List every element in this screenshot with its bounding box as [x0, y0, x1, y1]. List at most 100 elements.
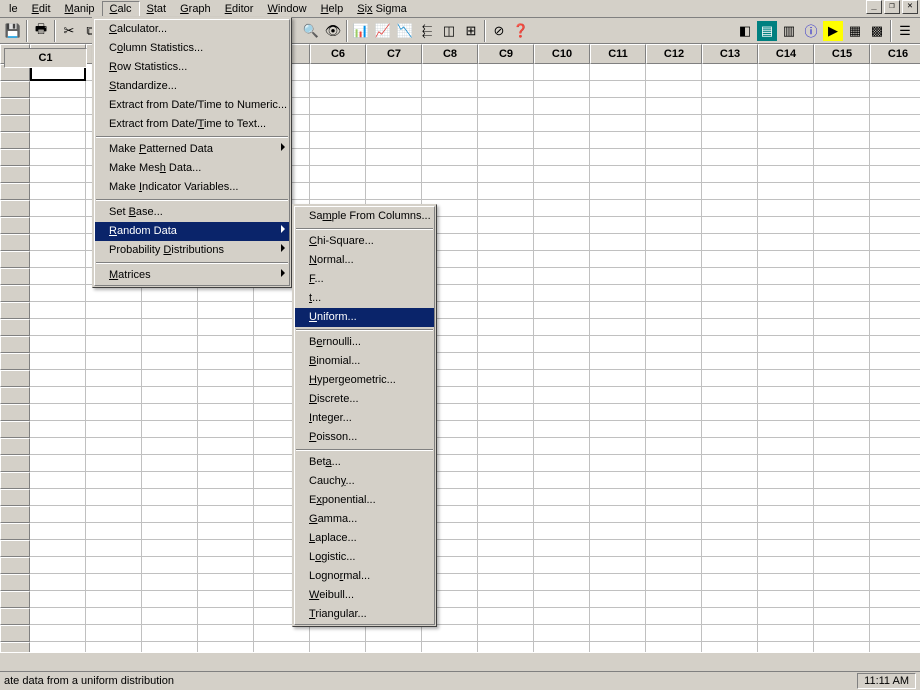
cell[interactable] [590, 506, 646, 523]
cell[interactable] [534, 506, 590, 523]
cell[interactable] [590, 98, 646, 115]
cell[interactable] [534, 608, 590, 625]
cell[interactable] [86, 336, 142, 353]
cell[interactable] [30, 540, 86, 557]
cell[interactable] [758, 642, 814, 652]
cell[interactable] [198, 336, 254, 353]
cell[interactable] [422, 149, 478, 166]
cell[interactable] [478, 98, 534, 115]
cell[interactable] [30, 183, 86, 200]
cell[interactable] [702, 574, 758, 591]
cell[interactable] [422, 64, 478, 81]
cell[interactable] [478, 115, 534, 132]
cell[interactable] [702, 302, 758, 319]
cell[interactable] [478, 540, 534, 557]
cell[interactable] [534, 336, 590, 353]
cell[interactable] [30, 149, 86, 166]
cell[interactable] [478, 523, 534, 540]
cell[interactable] [534, 200, 590, 217]
cell[interactable] [86, 574, 142, 591]
cell[interactable] [198, 625, 254, 642]
cell[interactable] [534, 404, 590, 421]
help-icon[interactable]: ❓ [510, 20, 532, 42]
cell[interactable] [590, 557, 646, 574]
cell[interactable] [198, 642, 254, 652]
row-header[interactable] [0, 421, 30, 438]
cell[interactable] [814, 472, 870, 489]
tool-right2-icon[interactable]: ▤ [756, 20, 778, 42]
random-menu-item[interactable]: Discrete... [295, 390, 434, 409]
cell[interactable] [758, 608, 814, 625]
cell[interactable] [30, 132, 86, 149]
cell[interactable] [534, 523, 590, 540]
cell[interactable] [534, 217, 590, 234]
cell[interactable] [646, 557, 702, 574]
cell[interactable] [870, 421, 920, 438]
cell[interactable] [534, 302, 590, 319]
cell[interactable] [198, 608, 254, 625]
cell[interactable] [478, 81, 534, 98]
cell[interactable] [590, 625, 646, 642]
calc-menu-item[interactable]: Extract from Date/Time to Numeric... [95, 96, 289, 115]
cell[interactable] [310, 149, 366, 166]
cell[interactable] [814, 234, 870, 251]
cell[interactable] [758, 81, 814, 98]
cell[interactable] [702, 319, 758, 336]
cell[interactable] [870, 64, 920, 81]
cell[interactable] [758, 98, 814, 115]
cell[interactable] [590, 574, 646, 591]
cell[interactable] [646, 353, 702, 370]
cell[interactable] [310, 64, 366, 81]
cell[interactable] [534, 489, 590, 506]
row-header[interactable] [0, 353, 30, 370]
cell[interactable] [702, 217, 758, 234]
row-header[interactable] [0, 149, 30, 166]
cell[interactable] [590, 251, 646, 268]
cell[interactable] [590, 234, 646, 251]
cell[interactable] [758, 336, 814, 353]
cell[interactable] [646, 115, 702, 132]
cell[interactable] [870, 642, 920, 652]
cell[interactable] [646, 608, 702, 625]
cell[interactable] [814, 336, 870, 353]
cell[interactable] [646, 370, 702, 387]
cell[interactable] [86, 591, 142, 608]
row-header[interactable] [0, 132, 30, 149]
cell[interactable] [534, 574, 590, 591]
cell[interactable] [590, 387, 646, 404]
cell[interactable] [646, 336, 702, 353]
cell[interactable] [142, 642, 198, 652]
calc-menu-item[interactable]: Make Indicator Variables... [95, 178, 289, 197]
cell[interactable] [30, 625, 86, 642]
cell[interactable] [30, 234, 86, 251]
cell[interactable] [86, 319, 142, 336]
cell[interactable] [30, 421, 86, 438]
cell[interactable] [870, 540, 920, 557]
cell[interactable] [478, 302, 534, 319]
chart4-icon[interactable]: ⬱ [416, 20, 438, 42]
cell[interactable] [758, 149, 814, 166]
cell[interactable] [534, 591, 590, 608]
cell[interactable] [646, 251, 702, 268]
cell[interactable] [478, 183, 534, 200]
calc-menu-item[interactable]: Standardize... [95, 77, 289, 96]
random-menu-item[interactable]: Cauchy... [295, 472, 434, 491]
cell[interactable] [758, 455, 814, 472]
cell[interactable] [702, 404, 758, 421]
cell[interactable] [86, 642, 142, 652]
cell[interactable] [254, 642, 310, 652]
cell[interactable] [590, 183, 646, 200]
cell[interactable] [702, 642, 758, 652]
cell[interactable] [870, 251, 920, 268]
cell[interactable] [590, 642, 646, 652]
cell[interactable] [534, 234, 590, 251]
cell[interactable] [30, 489, 86, 506]
cell[interactable] [814, 642, 870, 652]
row-header[interactable] [0, 81, 30, 98]
cell[interactable] [30, 472, 86, 489]
col-header[interactable]: C8 [422, 44, 478, 64]
cell[interactable] [142, 506, 198, 523]
cell[interactable] [478, 438, 534, 455]
cell[interactable] [310, 166, 366, 183]
cell[interactable] [590, 489, 646, 506]
